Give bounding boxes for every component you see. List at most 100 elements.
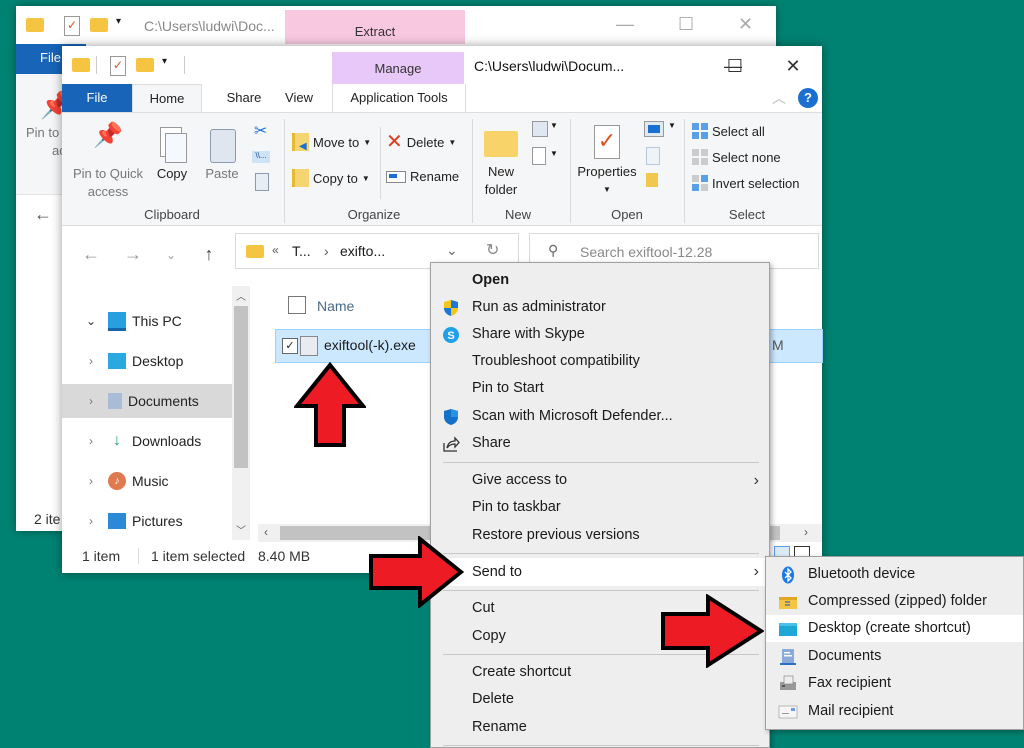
scroll-right-icon[interactable]: ›	[804, 525, 808, 539]
pin-to-quick-access-button[interactable]: 📌 Pin to Quick access	[70, 124, 146, 201]
back-nav-back-icon[interactable]: ←	[34, 204, 52, 225]
chevron-right-icon[interactable]: ›	[80, 354, 102, 368]
properties-quick-icon[interactable]: ✓	[110, 56, 126, 76]
submenu-item-documents[interactable]: Documents	[766, 643, 1023, 670]
cut-icon[interactable]: ✂	[254, 121, 267, 141]
search-input[interactable]: Search exiftool-12.28	[580, 244, 712, 260]
breadcrumb-item[interactable]: exifto...	[340, 243, 385, 259]
column-header-name[interactable]: Name	[317, 298, 354, 314]
submenu-item-mail-recipient[interactable]: Mail recipient	[766, 698, 1023, 725]
menu-item-troubleshoot-compatibility[interactable]: Troubleshoot compatibility	[431, 348, 769, 375]
menu-item-send-to[interactable]: Send to ›	[431, 558, 769, 586]
download-icon: ↓	[113, 432, 121, 449]
dropdown-caret-icon: ▼	[361, 173, 370, 183]
paste-shortcut-icon[interactable]	[255, 173, 269, 191]
menu-item-delete[interactable]: Delete	[431, 686, 769, 713]
annotation-arrow-up	[294, 362, 366, 447]
select-none-button[interactable]: Select none	[692, 149, 781, 165]
address-dropdown-icon[interactable]: ⌄	[446, 242, 458, 259]
menu-item-pin-to-start[interactable]: Pin to Start	[431, 375, 769, 402]
recent-locations-button[interactable]: ⌄	[160, 248, 182, 262]
collapse-ribbon-icon[interactable]: ︿	[772, 88, 786, 108]
invert-selection-button[interactable]: Invert selection	[692, 175, 799, 191]
open-icon[interactable]	[644, 121, 664, 137]
navigation-pane-scrollbar[interactable]: ︿ ﹀	[232, 286, 250, 540]
back-minimize-button[interactable]: —	[616, 14, 634, 35]
menu-item-share[interactable]: Share	[431, 430, 769, 457]
tab-home[interactable]: Home	[132, 84, 202, 112]
customize-quick-access-icon[interactable]: ▾	[116, 16, 121, 27]
submenu-item-compressed-folder[interactable]: Compressed (zipped) folder	[766, 588, 1023, 615]
dropdown-caret-icon[interactable]: ▼	[550, 121, 558, 130]
tab-file[interactable]: File	[62, 84, 132, 112]
scroll-up-icon[interactable]: ︿	[236, 288, 246, 303]
maximize-button[interactable]: ☐	[720, 54, 750, 78]
chevron-right-icon[interactable]: ›	[80, 394, 102, 408]
history-icon[interactable]	[646, 173, 658, 187]
tree-item-this-pc[interactable]: ⌄ This PC	[62, 304, 232, 338]
new-folder-button[interactable]: New folder	[476, 127, 526, 199]
chevron-right-icon[interactable]: ›	[80, 434, 102, 448]
properties-button[interactable]: ✓ Properties ▼	[574, 123, 640, 199]
help-icon[interactable]: ?	[798, 88, 818, 108]
breadcrumb-separator[interactable]: ›	[324, 243, 329, 259]
new-folder-quick-icon[interactable]	[136, 58, 154, 72]
dropdown-caret-icon[interactable]: ▼	[550, 149, 558, 158]
delete-button[interactable]: ✕ Delete ▼	[386, 132, 456, 152]
tree-item-downloads[interactable]: › ↓ Downloads	[62, 424, 232, 458]
chevron-right-icon[interactable]: ›	[80, 514, 102, 528]
scroll-left-icon[interactable]: ‹	[264, 525, 268, 539]
select-all-button[interactable]: Select all	[692, 123, 765, 139]
extract-tab[interactable]: Extract	[285, 10, 465, 44]
selection-size: 8.40 MB	[258, 548, 311, 564]
menu-item-scan-with-defender[interactable]: Scan with Microsoft Defender...	[431, 403, 769, 430]
music-icon: ♪	[108, 472, 126, 490]
customize-quick-access-icon[interactable]: ▾	[162, 56, 167, 67]
menu-item-rename[interactable]: Rename	[431, 714, 769, 741]
back-maximize-button[interactable]: ☐	[678, 14, 694, 35]
menu-item-share-with-skype[interactable]: S Share with Skype	[431, 321, 769, 348]
menu-item-give-access-to[interactable]: Give access to ›	[431, 467, 769, 494]
rename-button[interactable]: Rename	[386, 169, 459, 184]
forward-button[interactable]: →	[122, 244, 144, 265]
tree-item-documents[interactable]: › Documents	[62, 384, 232, 418]
menu-item-run-as-administrator[interactable]: Run as administrator	[431, 294, 769, 321]
tree-item-music[interactable]: › ♪ Music	[62, 464, 232, 498]
copy-to-button[interactable]: Copy to ▼	[292, 169, 370, 187]
select-all-checkbox[interactable]	[288, 296, 306, 314]
close-button[interactable]: ✕	[778, 54, 808, 78]
file-name[interactable]: exiftool(-k).exe	[324, 337, 416, 353]
menu-item-pin-to-taskbar[interactable]: Pin to taskbar	[431, 494, 769, 521]
submenu-item-bluetooth[interactable]: Bluetooth device	[766, 561, 1023, 588]
menu-item-open[interactable]: Open	[431, 267, 769, 294]
copy-button[interactable]: Copy	[150, 127, 194, 183]
move-to-icon: ◀	[292, 133, 309, 152]
chevron-right-icon[interactable]: ›	[80, 474, 102, 488]
row-checkbox[interactable]: ✓	[282, 338, 298, 354]
select-group-label: Select	[728, 207, 766, 222]
paste-button[interactable]: Paste	[200, 127, 244, 183]
dropdown-caret-icon[interactable]: ▼	[668, 121, 676, 130]
back-close-button[interactable]: ✕	[738, 14, 753, 35]
refresh-icon[interactable]: ↻	[486, 240, 499, 260]
scrollbar-thumb[interactable]	[234, 306, 248, 468]
move-to-button[interactable]: ◀ Move to ▼	[292, 133, 371, 152]
easy-access-icon[interactable]	[532, 147, 546, 165]
breadcrumb-overflow[interactable]: «	[272, 243, 279, 257]
menu-item-restore-previous-versions[interactable]: Restore previous versions	[431, 522, 769, 549]
tab-view[interactable]: View	[274, 84, 324, 112]
pictures-icon	[108, 513, 126, 529]
edit-icon[interactable]	[646, 147, 660, 165]
submenu-item-fax-recipient[interactable]: Fax recipient	[766, 670, 1023, 697]
scroll-down-icon[interactable]: ﹀	[236, 522, 246, 537]
chevron-down-icon[interactable]: ⌄	[80, 314, 102, 328]
new-item-icon[interactable]	[532, 121, 548, 137]
breadcrumb-item[interactable]: T...	[292, 243, 311, 259]
tab-share[interactable]: Share	[214, 84, 274, 112]
tree-item-pictures[interactable]: › Pictures	[62, 504, 232, 538]
tree-item-desktop[interactable]: › Desktop	[62, 344, 232, 378]
back-button[interactable]: ←	[80, 244, 102, 265]
submenu-item-desktop-shortcut[interactable]: Desktop (create shortcut)	[766, 615, 1023, 642]
up-button[interactable]: ↑	[198, 244, 220, 265]
copy-path-icon[interactable]: \\...	[252, 151, 270, 163]
